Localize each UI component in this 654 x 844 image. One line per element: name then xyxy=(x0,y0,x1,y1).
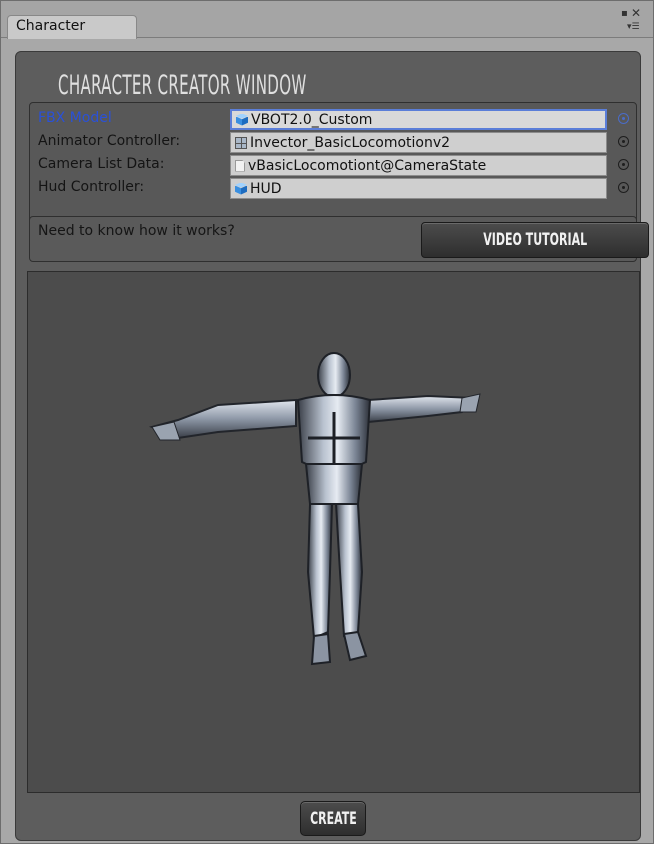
hud-controller-label: Hud Controller: xyxy=(38,179,145,195)
animator-controller-field[interactable]: Invector_BasicLocomotionv2 xyxy=(230,132,607,153)
tab-strip: Character ▪ ✕ ▾☰ xyxy=(1,1,653,39)
video-tutorial-button[interactable]: VIDEO TUTORIAL xyxy=(421,222,649,258)
menu-icon[interactable]: ▾☰ xyxy=(627,22,640,32)
camera-list-data-field[interactable]: vBasicLocomotiont@CameraState xyxy=(230,155,607,176)
camera-list-data-value: vBasicLocomotiont@CameraState xyxy=(248,157,487,174)
hud-controller-value: HUD xyxy=(250,180,282,197)
fbx-model-field[interactable]: VBOT2.0_Custom xyxy=(230,109,607,130)
camera-list-data-label: Camera List Data: xyxy=(38,156,165,172)
cube-icon xyxy=(236,113,248,126)
field-row-animator-controller: Animator Controller: Invector_BasicLocom… xyxy=(30,131,636,153)
object-picker-icon[interactable] xyxy=(618,136,629,147)
creator-panel: CHARACTER CREATOR WINDOW FBX Model VBOT2… xyxy=(15,51,649,841)
close-icon[interactable]: ✕ xyxy=(631,7,641,19)
create-button[interactable]: CREATE xyxy=(300,801,366,836)
object-picker-icon[interactable] xyxy=(618,182,629,193)
help-question: Need to know how it works? xyxy=(38,223,235,239)
field-row-camera-list-data: Camera List Data: vBasicLocomotiont@Came… xyxy=(30,154,636,176)
robot-character-image xyxy=(148,352,481,666)
field-row-fbx-model: FBX Model VBOT2.0_Custom xyxy=(30,108,636,130)
object-picker-icon[interactable] xyxy=(618,113,629,124)
create-label: CREATE xyxy=(309,808,357,829)
tab-character[interactable]: Character xyxy=(7,15,137,39)
window-title: CHARACTER CREATOR WINDOW xyxy=(58,70,307,101)
maximize-icon[interactable]: ▪ xyxy=(621,9,628,19)
hud-controller-field[interactable]: HUD xyxy=(230,178,607,199)
fbx-model-value: VBOT2.0_Custom xyxy=(251,111,373,128)
help-box: Need to know how it works? VIDEO TUTORIA… xyxy=(29,216,649,262)
cube-icon xyxy=(235,182,247,195)
field-row-hud-controller: Hud Controller: HUD xyxy=(30,177,636,199)
document-icon xyxy=(235,159,245,172)
video-tutorial-label: VIDEO TUTORIAL xyxy=(483,230,587,250)
animator-controller-value: Invector_BasicLocomotionv2 xyxy=(250,134,451,151)
character-window: Character ▪ ✕ ▾☰ CHARACTER CREATOR WINDO… xyxy=(0,0,654,844)
object-picker-icon[interactable] xyxy=(618,159,629,170)
fbx-model-label: FBX Model xyxy=(38,110,112,126)
window-controls: ▪ ✕ ▾☰ xyxy=(621,7,643,39)
character-preview[interactable] xyxy=(27,271,640,793)
animator-icon xyxy=(235,136,247,149)
animator-controller-label: Animator Controller: xyxy=(38,133,181,149)
